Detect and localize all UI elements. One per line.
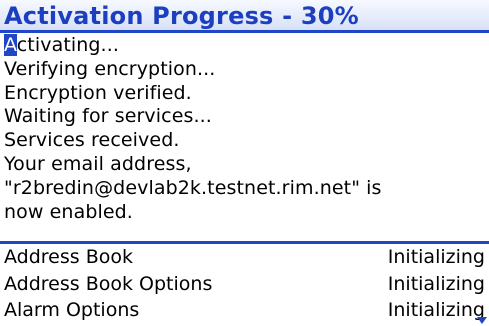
log-line: Waiting for services... [4,105,212,128]
list-item[interactable]: Address Book Initializing [0,244,489,270]
log-line: now enabled. [4,200,133,223]
page-title: Activation Progress - 30% [4,2,359,30]
activation-screen: Activation Progress - 30% Activating... … [0,0,489,326]
list-item[interactable]: Alarm Options Initializing [0,296,489,322]
list-item[interactable]: Address Book Options Initializing [0,270,489,296]
log-line: "r2bredin@devlab2k.testnet.rim.net" is [4,176,382,199]
service-status: Initializing [387,273,485,295]
scroll-down-arrow-icon[interactable] [477,317,487,324]
service-status: Initializing [387,299,485,321]
service-name: Alarm Options [4,299,140,321]
activation-log: Activating... Verifying encryption... En… [4,34,484,224]
cursor-highlight: A [4,34,17,56]
log-line: Services received. [4,129,180,152]
title-bar: Activation Progress - 30% [0,0,489,33]
log-text: ctivating... [16,34,119,56]
service-status: Initializing [387,246,485,268]
log-line: Encryption verified. [4,81,192,104]
log-line-activating: Activating... [4,34,484,58]
service-name: Address Book [4,246,133,268]
log-line: Verifying encryption... [4,57,216,80]
service-status-list: Address Book Initializing Address Book O… [0,244,489,322]
log-line: Your email address, [4,152,192,175]
service-name: Address Book Options [4,273,213,295]
text-cursor: A [4,34,17,56]
